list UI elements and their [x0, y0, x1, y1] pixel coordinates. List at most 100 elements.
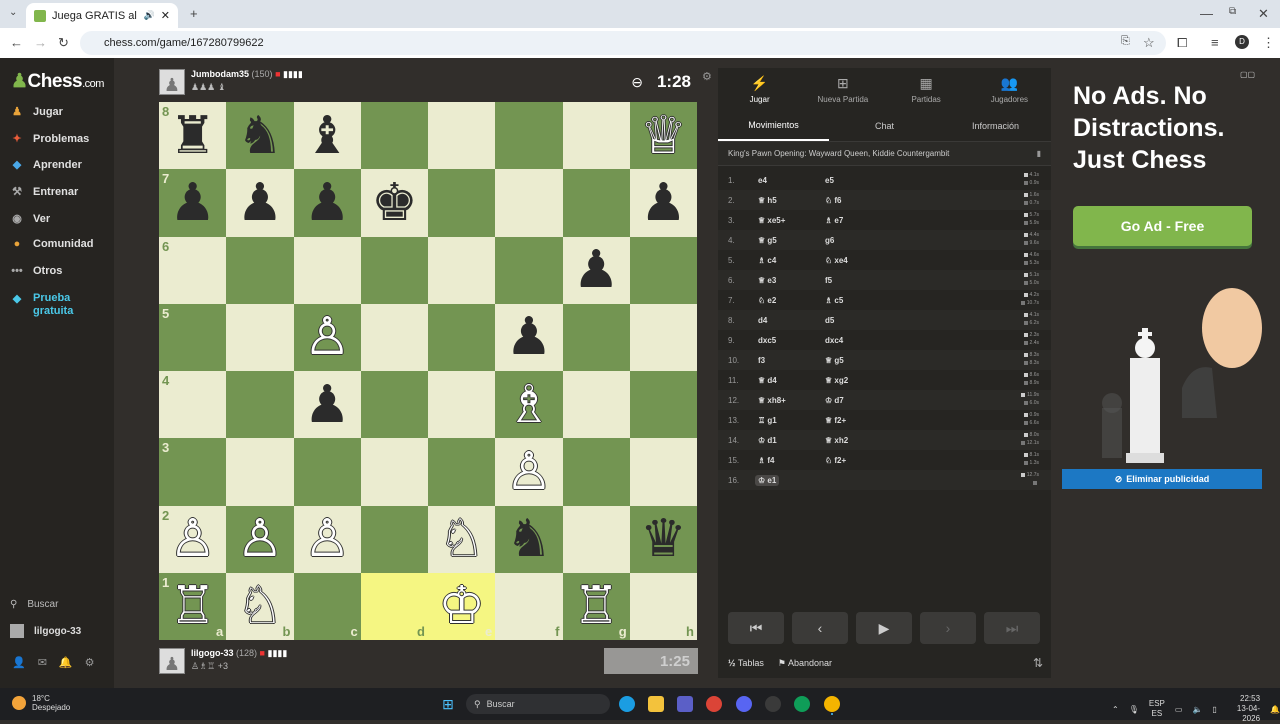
white-piece-c5[interactable]: ♙ [304, 311, 351, 363]
white-move[interactable]: ♕ g5 [758, 236, 825, 245]
white-move[interactable]: ♕ h5 [758, 196, 825, 205]
square-g4[interactable] [562, 371, 630, 439]
last-move-button[interactable]: ⏭ [984, 612, 1040, 644]
sidebar-item-entrenar[interactable]: ⚒ Entrenar [10, 185, 78, 199]
black-move[interactable]: ♕ g5 [825, 356, 885, 365]
black-piece-b7[interactable]: ♟ [237, 177, 284, 229]
black-piece-c7[interactable]: ♟ [304, 177, 351, 229]
bottom-player-avatar[interactable]: ♟ [159, 648, 185, 674]
square-h8[interactable]: ♕ [629, 102, 697, 170]
tab-nueva-partida[interactable]: ⊞ Nueva Partida [801, 68, 884, 110]
white-move[interactable]: ♗ f4 [758, 456, 825, 465]
black-piece-d7[interactable]: ♚ [371, 177, 418, 229]
subtab-movimientos[interactable]: Movimientos [718, 110, 829, 141]
black-move[interactable]: ♗ c5 [825, 296, 885, 305]
square-g3[interactable] [562, 438, 630, 506]
square-e4[interactable] [428, 371, 496, 439]
windows-start-icon[interactable]: ⊞ [440, 696, 456, 712]
square-a2[interactable]: 2 ♙ [159, 505, 227, 573]
weather-widget[interactable]: 18°C Despejado [12, 694, 70, 712]
black-piece-a7[interactable]: ♟ [169, 177, 216, 229]
white-piece-e1[interactable]: ♔ [438, 580, 485, 632]
black-piece-c4[interactable]: ♟ [304, 379, 351, 431]
ad-info-icon[interactable]: ▢▢ [1240, 70, 1255, 79]
restore-icon[interactable]: ⧉ [1229, 7, 1236, 17]
board-settings-gear-icon[interactable]: ⚙ [702, 70, 712, 83]
back-icon[interactable]: ← [10, 36, 23, 49]
settings-gear-icon[interactable]: ⚙ [85, 656, 95, 669]
square-a4[interactable]: 4 [159, 371, 227, 439]
sidebar-item-problemas[interactable]: ✦ Problemas [10, 132, 89, 146]
square-h6[interactable] [629, 236, 697, 304]
discord-icon[interactable] [736, 696, 752, 712]
square-h2[interactable]: ♛ [629, 505, 697, 573]
black-move[interactable]: g6 [825, 236, 885, 245]
first-move-button[interactable]: ⏮ [728, 612, 784, 644]
square-g6[interactable]: ♟ [562, 236, 630, 304]
black-piece-f2[interactable]: ♞ [506, 513, 553, 565]
next-move-button[interactable]: › [920, 612, 976, 644]
square-h1[interactable]: h [629, 572, 697, 640]
notifications-icon[interactable]: 🔔 [1270, 705, 1280, 714]
square-d1[interactable]: d [360, 572, 428, 640]
bottom-player-name[interactable]: lilgogo-33 (128) ■ ▮▮▮▮ [191, 648, 287, 659]
menu-icon[interactable]: ⋮ [1262, 36, 1275, 49]
square-e3[interactable] [428, 438, 496, 506]
square-g5[interactable] [562, 303, 630, 371]
black-move[interactable]: e5 [825, 176, 885, 185]
square-f3[interactable]: ♙ [495, 438, 563, 506]
forward-icon[interactable]: → [34, 36, 47, 49]
black-move[interactable]: ♘ f6 [825, 196, 885, 205]
tab-jugadores[interactable]: 👥 Jugadores [968, 68, 1051, 110]
black-move[interactable]: d5 [825, 316, 885, 325]
square-f6[interactable] [495, 236, 563, 304]
new-tab-icon[interactable]: + [190, 7, 198, 20]
profile-avatar[interactable]: D [1235, 35, 1249, 49]
square-d2[interactable] [360, 505, 428, 573]
subtab-chat[interactable]: Chat [829, 110, 940, 141]
teams-icon[interactable] [677, 696, 693, 712]
square-c3[interactable] [293, 438, 361, 506]
white-piece-f3[interactable]: ♙ [506, 446, 553, 498]
mail-icon[interactable]: ✉ [38, 656, 47, 669]
resign-button[interactable]: ⚑ Abandonar [778, 658, 832, 669]
file-explorer-icon[interactable] [648, 696, 664, 712]
sidebar-user[interactable]: lilgogo-33 [10, 624, 81, 638]
square-b4[interactable] [226, 371, 294, 439]
white-move[interactable]: ♕ xe5+ [758, 216, 825, 225]
address-bar[interactable]: chess.com/game/167280799622 [80, 31, 1166, 55]
volume-icon[interactable]: 🔈 [1192, 705, 1202, 714]
white-move[interactable]: ♔ e1 [755, 474, 780, 486]
install-icon[interactable]: ⎘ [1121, 36, 1130, 47]
browser-tab[interactable]: Juega GRATIS al ajedrez onl 🔊 ✕ [26, 3, 178, 28]
chrome-profile-icon[interactable] [794, 696, 810, 712]
media-icon[interactable]: ≡ [1211, 36, 1219, 49]
square-b6[interactable] [226, 236, 294, 304]
square-g7[interactable] [562, 169, 630, 237]
square-b8[interactable]: ♞ [226, 102, 294, 170]
white-move[interactable]: ♔ d1 [758, 436, 825, 445]
chrome-icon[interactable] [706, 696, 722, 712]
chess-board[interactable]: 8 ♜ ♞ ♝ ♕ 7 ♟ ♟ ♟ ♚ ♟ 6 ♟ 5 ♙ ♟ 4 ♟ ♗ 3 ♙ 2 ♙ ♙ ♙ ♘ ♞ ♛ 1 a ♖ b ♘ c d e ♔ f g ♖… [159, 102, 697, 640]
black-piece-h2[interactable]: ♛ [640, 513, 687, 565]
tab-partidas[interactable]: ▦ Partidas [885, 68, 968, 110]
book-icon[interactable]: ▮ [1037, 149, 1041, 158]
network-icon[interactable]: ▭ [1175, 705, 1183, 714]
square-c1[interactable]: c [293, 572, 361, 640]
sidebar-item-prueba-gratuita[interactable]: ◆ Prueba gratuita [10, 292, 79, 318]
square-b5[interactable] [226, 303, 294, 371]
square-c4[interactable]: ♟ [293, 371, 361, 439]
square-b2[interactable]: ♙ [226, 505, 294, 573]
square-a1[interactable]: 1 a ♖ [159, 572, 227, 640]
square-a3[interactable]: 3 [159, 438, 227, 506]
minimize-icon[interactable]: — [1200, 7, 1213, 20]
sidebar-item-ver[interactable]: ◉ Ver [10, 212, 50, 226]
white-move[interactable]: d4 [758, 316, 825, 325]
white-piece-a2[interactable]: ♙ [169, 513, 216, 565]
chrome-active-icon[interactable] [824, 696, 840, 712]
square-e5[interactable] [428, 303, 496, 371]
white-move[interactable]: ♕ d4 [758, 376, 825, 385]
black-piece-a8[interactable]: ♜ [169, 110, 216, 162]
square-f4[interactable]: ♗ [495, 371, 563, 439]
close-tab-icon[interactable]: ✕ [161, 9, 170, 22]
